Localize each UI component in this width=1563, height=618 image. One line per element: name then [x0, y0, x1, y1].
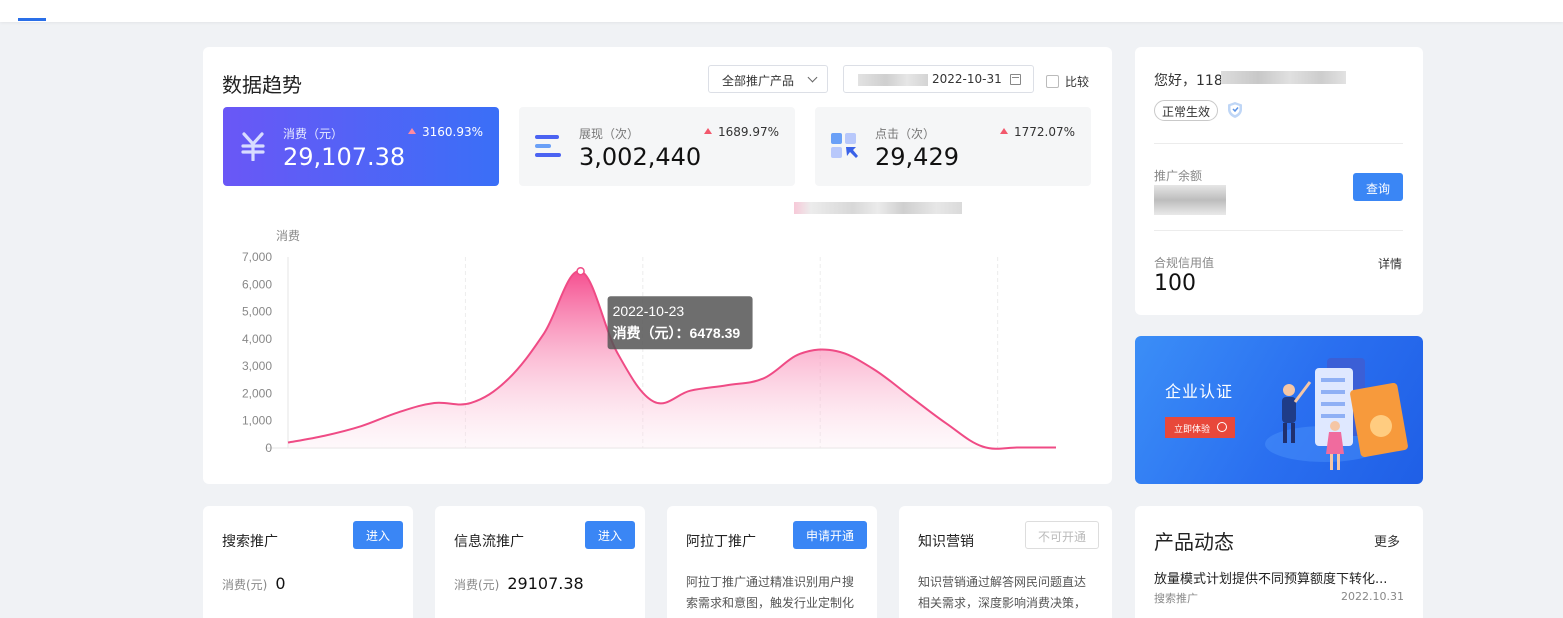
- y-tick-label: 5,000: [242, 305, 272, 319]
- product-card-knowledge: 知识营销 不可开通 知识营销通过解答网民问题直达相关需求，深度影响消费决策，: [899, 506, 1112, 618]
- status-badge: 正常生效: [1154, 100, 1219, 121]
- metric-label: 展现（次）: [579, 127, 640, 141]
- news-item[interactable]: 放量模式计划提供不同预算额度下转化...: [1154, 568, 1406, 587]
- unavailable-button: 不可开通: [1025, 521, 1099, 549]
- grid-click-icon: [831, 133, 858, 158]
- spend-value: 0: [275, 574, 286, 593]
- enter-button[interactable]: 进入: [353, 521, 403, 549]
- shield-icon: [1228, 102, 1242, 118]
- metric-value: 29,107.38: [283, 143, 406, 171]
- enter-button[interactable]: 进入: [585, 521, 635, 549]
- metric-value: 29,429: [875, 143, 959, 171]
- product-card-search: 搜索推广 进入 消费(元) 0: [203, 506, 413, 618]
- spend-label: 消费(元): [222, 578, 268, 592]
- news-category: 搜索推广: [1154, 592, 1198, 605]
- y-tick-label: 7,000: [242, 250, 272, 264]
- metric-label: 消费（元）: [283, 127, 344, 141]
- trend-up-icon: [407, 128, 416, 134]
- y-tick-label: 1,000: [242, 414, 272, 428]
- divider: [1154, 230, 1403, 231]
- tooltip-value: 消费（元）：6478.39: [613, 325, 741, 341]
- y-tick-label: 6,000: [242, 277, 272, 291]
- metric-label: 点击（次）: [875, 127, 936, 141]
- date-range-picker[interactable]: 2022-10-31: [843, 65, 1034, 93]
- arrow-circle-icon: [1217, 422, 1227, 432]
- apply-button[interactable]: 申请开通: [793, 521, 867, 549]
- metric-value: 3,002,440: [579, 143, 702, 171]
- y-tick-label: 3,000: [242, 359, 272, 373]
- banner-title: 企业认证: [1165, 382, 1234, 401]
- tooltip-date: 2022-10-23: [613, 303, 685, 319]
- product-title: 搜索推广: [222, 534, 278, 550]
- product-spend: 消费(元) 29107.38: [454, 574, 584, 593]
- compare-checkbox[interactable]: 比较: [1046, 73, 1089, 90]
- product-select[interactable]: 全部推广产品: [708, 65, 828, 93]
- product-spend: 消费(元) 0: [222, 574, 286, 593]
- metric-change: 1772.07%: [999, 125, 1075, 139]
- date-start-redacted: [858, 74, 928, 86]
- product-title: 信息流推广: [454, 534, 524, 550]
- product-title: 知识营销: [918, 534, 974, 550]
- product-description: 阿拉丁推广通过精准识别用户搜索需求和意图，触发行业定制化: [686, 575, 855, 610]
- trend-up-icon: [703, 128, 712, 134]
- yuan-icon: [241, 132, 265, 161]
- y-tick-label: 4,000: [242, 332, 272, 346]
- chart-legend-redacted: [794, 202, 962, 214]
- metric-change: 1689.97%: [703, 125, 779, 139]
- enterprise-cert-banner[interactable]: 企业认证 立即体验: [1135, 336, 1423, 484]
- product-card-aladdin: 阿拉丁推广 申请开通 阿拉丁推广通过精准识别用户搜索需求和意图，触发行业定制化: [667, 506, 877, 618]
- spend-value: 29107.38: [507, 574, 584, 593]
- list-bars-icon: [535, 135, 561, 157]
- account-card: 您好，118 正常生效 推广余额 查询 合规信用值 100 详情: [1135, 47, 1423, 315]
- metric-card-spend[interactable]: 消费（元） 29,107.38 3160.93%: [223, 107, 499, 186]
- trend-title: 数据趋势: [222, 73, 302, 97]
- try-now-label: 立即体验: [1174, 425, 1211, 435]
- chevron-down-icon: [807, 72, 818, 83]
- metric-change-value: 1689.97%: [717, 125, 779, 139]
- balance-label: 推广余额: [1154, 169, 1203, 183]
- checkbox-box[interactable]: [1046, 75, 1059, 88]
- metric-change: 3160.93%: [407, 125, 483, 139]
- divider: [1154, 143, 1403, 144]
- compare-label: 比较: [1065, 75, 1090, 89]
- certification-illustration-icon: [1265, 358, 1408, 470]
- date-end: 2022-10-31: [932, 72, 1002, 86]
- metric-change-value: 3160.93%: [421, 125, 483, 139]
- chart-tooltip: 2022-10-23 消费（元）：6478.39: [607, 296, 753, 350]
- try-now-button[interactable]: 立即体验: [1165, 417, 1235, 438]
- credit-value: 100: [1154, 271, 1196, 296]
- metric-card-impressions[interactable]: 展现（次） 3,002,440 1689.97%: [519, 107, 795, 186]
- product-description: 知识营销通过解答网民问题直达相关需求，深度影响消费决策，: [918, 575, 1087, 610]
- query-button[interactable]: 查询: [1353, 173, 1403, 201]
- product-news-card: 产品动态 更多 放量模式计划提供不同预算额度下转化... 搜索推广 2022.1…: [1135, 506, 1423, 618]
- product-title: 阿拉丁推广: [686, 534, 756, 550]
- spend-trend-chart[interactable]: 消费 7,0006,0005,0004,0003,0002,0001,0000 …: [203, 222, 1112, 484]
- data-trend-card: 数据趋势 全部推广产品 2022-10-31 比较 消费（元） 29,107.3…: [203, 47, 1112, 484]
- y-tick-label: 0: [265, 441, 272, 455]
- spend-label: 消费(元): [454, 578, 500, 592]
- product-select-value: 全部推广产品: [722, 74, 795, 88]
- details-link[interactable]: 详情: [1378, 255, 1402, 272]
- greeting: 您好，118: [1154, 73, 1223, 89]
- metric-card-clicks[interactable]: 点击（次） 29,429 1772.07%: [815, 107, 1091, 186]
- account-id-redacted: [1221, 71, 1346, 84]
- credit-label: 合规信用值: [1154, 256, 1215, 270]
- calendar-icon: [1010, 74, 1021, 85]
- top-bar: [0, 0, 1563, 22]
- metric-change-value: 1772.07%: [1013, 125, 1075, 139]
- trend-up-icon: [999, 128, 1008, 134]
- active-tab-indicator: [18, 18, 46, 21]
- news-date: 2022.10.31: [1341, 590, 1404, 603]
- y-tick-label: 2,000: [242, 386, 272, 400]
- news-title: 产品动态: [1154, 530, 1234, 554]
- more-link[interactable]: 更多: [1374, 531, 1400, 550]
- product-card-feed: 信息流推广 进入 消费(元) 29107.38: [435, 506, 645, 618]
- balance-value-redacted: [1154, 185, 1226, 215]
- data-point-peak[interactable]: [576, 266, 585, 276]
- y-axis-label: 消费: [276, 229, 300, 243]
